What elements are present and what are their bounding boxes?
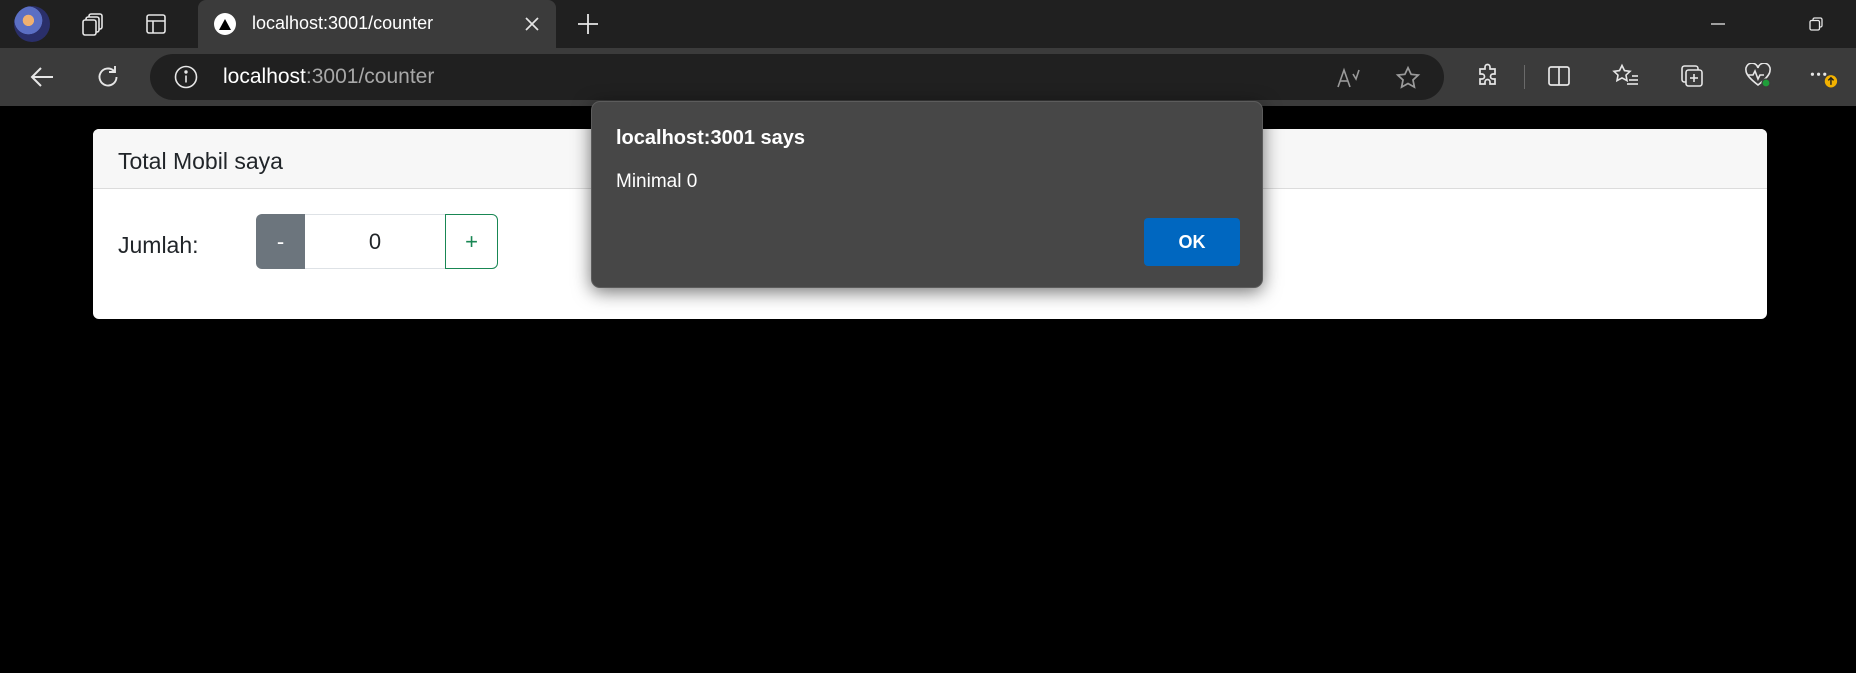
toolbar-divider xyxy=(1524,65,1525,89)
browser-essentials-icon[interactable] xyxy=(1743,61,1773,91)
count-value: 0 xyxy=(305,214,445,269)
back-icon[interactable] xyxy=(25,60,59,94)
address-bar[interactable]: localhost:3001/counter xyxy=(150,54,1444,100)
minimize-icon[interactable] xyxy=(1695,8,1741,40)
favorites-icon[interactable] xyxy=(1611,61,1641,91)
url-path: :3001/counter xyxy=(305,65,435,88)
extensions-icon[interactable] xyxy=(1473,61,1503,91)
workspaces-icon[interactable] xyxy=(77,8,109,40)
restore-icon[interactable] xyxy=(1793,8,1839,40)
plus-icon xyxy=(578,14,598,34)
url-text: localhost:3001/counter xyxy=(223,65,434,89)
info-icon[interactable] xyxy=(174,65,198,89)
collections-icon[interactable] xyxy=(1677,61,1707,91)
close-icon[interactable] xyxy=(520,12,544,36)
profile-avatar[interactable] xyxy=(14,6,50,42)
tab-title: localhost:3001/counter xyxy=(252,13,434,33)
tab-bar: localhost:3001/counter xyxy=(0,0,1856,48)
ok-button[interactable]: OK xyxy=(1144,218,1240,266)
quantity-label: Jumlah: xyxy=(118,232,199,258)
active-tab[interactable]: localhost:3001/counter xyxy=(198,0,556,48)
decrement-button[interactable]: - xyxy=(256,214,305,269)
dialog-message: Minimal 0 xyxy=(616,171,698,192)
tab-actions-icon[interactable] xyxy=(140,8,172,40)
favorite-star-icon[interactable] xyxy=(1395,65,1421,91)
more-icon[interactable] xyxy=(1808,61,1838,91)
read-aloud-icon[interactable] xyxy=(1336,65,1362,91)
url-host: localhost xyxy=(223,65,306,88)
increment-button[interactable]: + xyxy=(445,214,498,269)
new-tab-button[interactable] xyxy=(572,8,604,40)
refresh-icon[interactable] xyxy=(91,60,125,94)
split-screen-icon[interactable] xyxy=(1544,61,1574,91)
navigation-toolbar: localhost:3001/counter xyxy=(0,48,1856,106)
alert-dialog: localhost:3001 says Minimal 0 OK xyxy=(591,101,1263,288)
site-favicon xyxy=(214,13,236,35)
dialog-title: localhost:3001 says xyxy=(616,127,805,149)
